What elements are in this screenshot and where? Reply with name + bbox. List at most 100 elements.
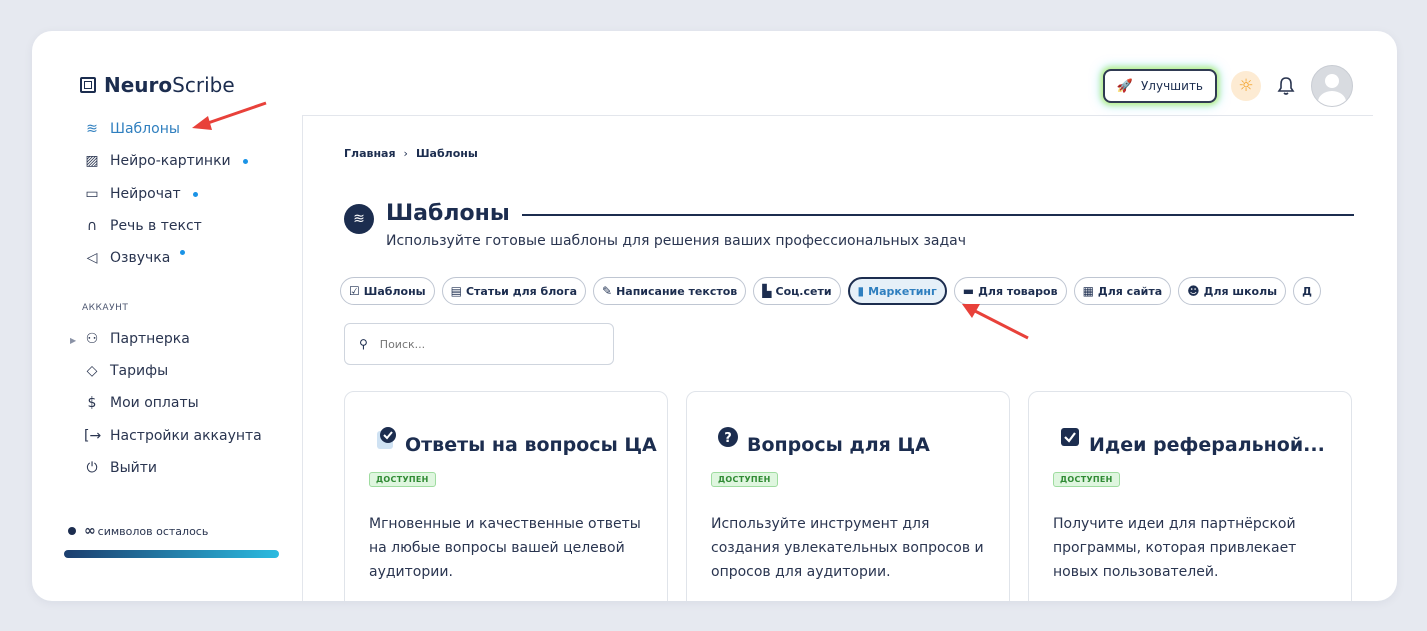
chip-website[interactable]: ▦ Для сайта [1073,277,1172,305]
sidebar-item-neurochat[interactable]: ▭ Нейрочат [84,186,198,202]
divider [302,115,1373,116]
card-title: Идеи реферальной... [1089,434,1325,456]
breadcrumb: Главная › Шаблоны [344,147,478,160]
checkbox-icon: ☑ [349,284,360,298]
template-card[interactable]: Ответы на вопросы ЦА ДОСТУПЕН Мгновенные… [344,391,668,601]
breadcrumb-separator-icon: › [403,147,408,160]
chip-label: Написание текстов [616,284,738,298]
chip-more[interactable]: Д [1293,277,1321,305]
sidebar-item-label: Мои оплаты [110,395,199,411]
breadcrumb-current: Шаблоны [415,147,478,160]
logout-arrow-icon: [→ [84,428,102,444]
status-badge: ДОСТУПЕН [1053,472,1120,487]
speaker-icon: ◁ [86,250,98,266]
sidebar-item-payments[interactable]: $ Мои оплаты [84,395,199,411]
title-underline [522,214,1354,216]
card-description: Используйте инструмент для создания увле… [711,516,984,580]
template-card[interactable]: Идеи реферальной... ДОСТУПЕН Получите ид… [1028,391,1352,601]
expand-caret-icon[interactable]: ▶ [70,336,76,345]
headphones-icon: ∩ [86,218,98,234]
search-input[interactable] [377,336,582,352]
chip-marketing[interactable]: ▮ Маркетинг [847,277,947,305]
image-icon: ▨ [85,153,99,169]
upgrade-label: Улучшить [1140,79,1203,93]
sidebar-item-label: Тарифы [110,363,169,379]
chip-social[interactable]: ▙ Соц.сети [753,277,841,305]
phone-icon: ▮ [857,284,865,298]
section-label-account: АККАУНТ [82,303,129,313]
chip-writing[interactable]: ✎ Написание текстов [593,277,747,305]
breadcrumb-home-link[interactable]: Главная [344,147,396,160]
sidebar-item-partner[interactable]: ⚇ Партнерка [84,331,190,347]
search-icon: ⚲ [359,337,368,351]
sidebar-item-label: Партнерка [110,331,190,347]
users-icon: ⚇ [85,331,99,347]
chip-label: Д [1302,284,1312,298]
new-dot [180,249,186,255]
owl-icon: ☻ [1187,284,1200,298]
svg-text:?: ? [724,431,732,446]
sidebar-item-account-settings[interactable]: [→ Настройки аккаунта [84,428,262,444]
user-avatar[interactable] [1311,65,1353,107]
sidebar-item-label: Шаблоны [110,121,180,137]
card-description: Мгновенные и качественные ответы на любы… [369,516,641,580]
chat-icon: ▭ [85,186,99,202]
chart-icon: ▙ [762,284,772,298]
app-window: NeuroScribe 🚀 Улучшить ☼ ≋ Шаблоны ▨ Ней… [32,31,1397,601]
tag-icon: ◇ [86,363,98,379]
chip-products[interactable]: ▬ Для товаров [953,277,1067,305]
sidebar-item-templates[interactable]: ≋ Шаблоны [84,121,180,137]
chip-label: Шаблоны [363,284,426,298]
page-title: Шаблоны [386,201,510,226]
status-badge: ДОСТУПЕН [711,472,778,487]
chip-templates[interactable]: ☑ Шаблоны [340,277,435,305]
upgrade-button[interactable]: 🚀 Улучшить [1102,69,1217,103]
rocket-icon: 🚀 [1116,78,1133,94]
chip-label: Статьи для блога [465,284,578,298]
logo-text-bold: Neuro [104,73,173,97]
new-dot [242,158,248,164]
layers-icon: ≋ [86,121,98,137]
sidebar-item-tariffs[interactable]: ◇ Тарифы [84,363,169,379]
sidebar-item-neuro-images[interactable]: ▨ Нейро-картинки [84,153,248,169]
logo-text-light: Scribe [172,73,235,97]
sidebar-item-speech-to-text[interactable]: ∩ Речь в текст [84,218,202,234]
page-subtitle: Используйте готовые шаблоны для решения … [386,233,967,249]
bullet-icon [68,527,76,535]
sidebar-item-voiceover[interactable]: ◁ Озвучка [84,249,186,266]
card-title: Вопросы для ЦА [747,434,930,456]
notifications-bell-icon[interactable] [1275,75,1297,97]
header-actions: 🚀 Улучшить ☼ [1102,65,1353,107]
infinity-value: ∞ [84,523,96,539]
new-dot [192,191,198,197]
checkbox-icon [1059,426,1081,453]
chip-label: Для сайта [1097,284,1163,298]
chip-label: Соц.сети [775,284,832,298]
chip-blog-articles[interactable]: ▤ Статьи для блога [441,277,587,305]
card-title: Ответы на вопросы ЦА [405,434,657,456]
card-description: Получите идеи для партнёрской программы,… [1053,516,1297,580]
layers-icon: ≋ [344,204,374,234]
notebook-icon: ▤ [450,284,462,298]
sidebar-item-logout[interactable]: ⏻ Выйти [84,460,157,476]
category-chips: ☑ Шаблоны ▤ Статьи для блога ✎ Написание текс… [340,277,1385,307]
symbols-label: символов осталось [97,525,209,538]
power-icon: ⏻ [86,460,98,476]
ledger-icon: ▦ [1082,284,1094,298]
theme-toggle-sun-icon[interactable]: ☼ [1231,71,1261,101]
sidebar-item-label: Озвучка [110,250,171,266]
sidebar-item-label: Речь в текст [110,218,202,234]
chip-school[interactable]: ☻ Для школы [1178,277,1287,305]
chip-label: Для товаров [978,284,1058,298]
search-box: ⚲ [344,323,614,365]
template-card[interactable]: ? Вопросы для ЦА ДОСТУПЕН Используйте ин… [686,391,1010,601]
question-icon: ? [717,426,739,453]
check-badge-icon [375,426,399,457]
symbols-progress-bar [64,550,279,558]
chip-label: Маркетинг [868,284,937,298]
app-logo[interactable]: NeuroScribe [80,73,235,97]
logo-icon [80,77,96,93]
sidebar-item-label: Выйти [110,460,158,476]
symbols-remaining: ∞ символов осталось [68,523,208,539]
dollar-icon: $ [87,395,97,411]
